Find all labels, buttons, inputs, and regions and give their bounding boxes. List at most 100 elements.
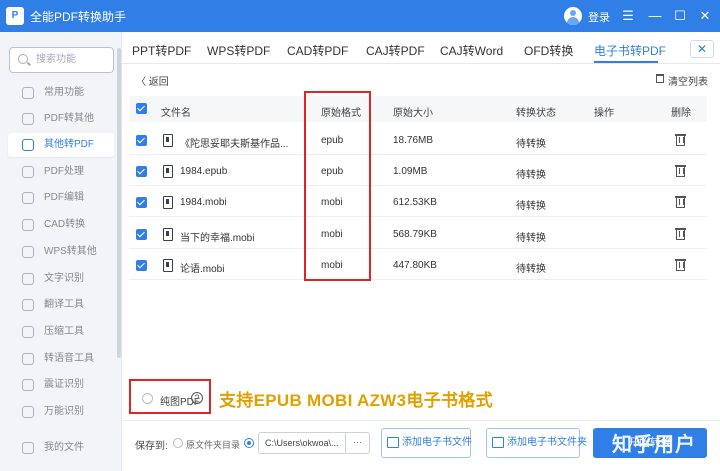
sidebar-item-label: 转语音工具: [44, 353, 94, 364]
sidebar-item-label: 万能识别: [44, 406, 84, 417]
format-column-highlight: [304, 91, 371, 281]
row-status: 待转换: [516, 233, 546, 244]
row-filename: 当下的幸福.mobi: [180, 233, 255, 244]
delete-row-icon[interactable]: [675, 165, 686, 177]
sidebar-item-universal-ocr[interactable]: 万能识别: [8, 400, 114, 424]
sidebar-scrollbar[interactable]: [117, 48, 121, 358]
compress-icon: [22, 326, 34, 338]
sidebar-item-label: 我的文件: [44, 442, 84, 453]
row-checkbox[interactable]: [136, 135, 147, 146]
app-title: 全能PDF转换助手: [30, 10, 127, 24]
sidebar-item-common[interactable]: 常用功能: [8, 81, 114, 105]
maximize-icon[interactable]: ☐: [670, 6, 690, 26]
sidebar-item-label: 翻译工具: [44, 299, 84, 310]
row-size: 568.79KB: [393, 229, 437, 240]
sidebar-item-pdf-edit[interactable]: PDF编辑: [8, 186, 114, 210]
close-icon[interactable]: ✕: [695, 6, 715, 26]
clear-list-label: 清空列表: [668, 77, 708, 88]
search-placeholder: 搜索功能: [36, 54, 76, 65]
user-avatar-icon[interactable]: [564, 7, 582, 25]
app-logo-icon: P: [6, 7, 24, 25]
delete-row-icon[interactable]: [675, 196, 686, 208]
ebook-file-icon: [163, 259, 173, 272]
add-file-icon: [387, 437, 399, 448]
row-status: 待转换: [516, 264, 546, 275]
sidebar-item-label: CAD转换: [44, 219, 86, 230]
minimize-icon[interactable]: —: [645, 6, 665, 26]
tab-ebook-to-pdf[interactable]: 电子书转PDF: [594, 42, 666, 59]
row-checkbox[interactable]: [136, 229, 147, 240]
sidebar-item-translate[interactable]: 翻译工具: [8, 293, 114, 317]
row-checkbox[interactable]: [136, 166, 147, 177]
trash-icon: [656, 74, 664, 83]
sidebar-item-pdf-to-other[interactable]: PDF转其他: [8, 107, 114, 131]
sidebar-item-my-files[interactable]: 我的文件: [8, 436, 114, 460]
back-button[interactable]: 〈 返回: [136, 73, 169, 88]
select-all-checkbox[interactable]: [136, 103, 147, 114]
sidebar-item-other-to-pdf[interactable]: 其他转PDF: [8, 133, 114, 157]
file-export-icon: [22, 113, 34, 125]
custom-dir-radio[interactable]: [244, 438, 254, 448]
row-filename: 1984.mobi: [180, 197, 227, 208]
tab-close-button[interactable]: ✕: [690, 40, 714, 58]
pure-pdf-radio[interactable]: [142, 393, 153, 404]
sidebar-item-compress[interactable]: 压缩工具: [8, 320, 114, 344]
sidebar-item-label: PDF转其他: [44, 113, 94, 124]
help-icon[interactable]: ?: [191, 392, 203, 404]
row-status: 待转换: [516, 139, 546, 150]
edit-icon: [22, 192, 34, 204]
sidebar-item-wps[interactable]: WPS转其他: [8, 240, 114, 264]
header-status: 转换状态: [516, 108, 556, 119]
login-button[interactable]: 登录: [588, 9, 610, 25]
cad-icon: [22, 219, 34, 231]
sidebar-item-label: 常用功能: [44, 87, 84, 98]
delete-row-icon[interactable]: [675, 228, 686, 240]
output-path-field[interactable]: C:\Users\okwoa\... ···: [258, 432, 370, 454]
tab-caj-to-pdf[interactable]: CAJ转PDF: [366, 42, 425, 59]
output-path-value: C:\Users\okwoa\...: [265, 438, 339, 448]
add-folder-label: 添加电子书文件夹: [507, 437, 587, 448]
tab-wps-to-pdf[interactable]: WPS转PDF: [207, 42, 270, 59]
tab-ofd[interactable]: OFD转换: [524, 42, 573, 59]
delete-row-icon[interactable]: [675, 259, 686, 271]
sidebar-item-cad[interactable]: CAD转换: [8, 213, 114, 237]
sidebar-item-id-ocr[interactable]: 震证识别: [8, 373, 114, 397]
header-delete: 删除: [671, 108, 691, 119]
sidebar-item-label: PDF处理: [44, 166, 84, 177]
header-action: 操作: [594, 108, 614, 119]
sidebar-item-pdf-process[interactable]: PDF处理: [8, 160, 114, 184]
delete-row-icon[interactable]: [675, 134, 686, 146]
save-to-label: 保存到:: [135, 441, 168, 452]
active-tab-indicator: [594, 61, 658, 63]
row-filename: 《陀思妥耶夫斯基作品...: [180, 139, 289, 150]
sidebar-item-tts[interactable]: 转语音工具: [8, 347, 114, 371]
menu-icon[interactable]: ☰: [618, 6, 638, 26]
sidebar-item-label: 震证识别: [44, 379, 84, 390]
add-ebook-file-button[interactable]: 添加电子书文件: [381, 428, 472, 458]
row-checkbox[interactable]: [136, 197, 147, 208]
row-size: 1.09MB: [393, 166, 428, 177]
header-size: 原始大小: [393, 108, 433, 119]
id-card-icon: [22, 379, 34, 391]
star-icon: [22, 87, 34, 99]
tab-ppt-to-pdf[interactable]: PPT转PDF: [132, 42, 191, 59]
search-input[interactable]: 搜索功能: [9, 47, 114, 73]
title-bar: P 全能PDF转换助手 登录 ☰ — ☐ ✕: [0, 0, 720, 32]
sidebar-item-ocr[interactable]: 文字识别: [8, 267, 114, 291]
browse-button[interactable]: ···: [345, 433, 369, 453]
sidebar-item-label: WPS转其他: [44, 246, 97, 257]
tab-cad-to-pdf[interactable]: CAD转PDF: [287, 42, 348, 59]
add-ebook-folder-button[interactable]: 添加电子书文件夹: [486, 428, 587, 458]
row-filename: 论语.mobi: [180, 264, 225, 275]
clear-list-button[interactable]: 清空列表: [656, 73, 708, 88]
tools-icon: [22, 166, 34, 178]
source-dir-radio[interactable]: [173, 438, 183, 448]
file-import-icon: [22, 139, 34, 151]
ebook-file-icon: [163, 165, 173, 178]
ebook-file-icon: [163, 196, 173, 209]
row-filename: 1984.epub: [180, 166, 228, 177]
row-checkbox[interactable]: [136, 260, 147, 271]
row-size: 447.80KB: [393, 260, 437, 271]
tab-caj-to-word[interactable]: CAJ转Word: [440, 42, 503, 59]
sidebar-item-label: PDF编辑: [44, 192, 84, 203]
